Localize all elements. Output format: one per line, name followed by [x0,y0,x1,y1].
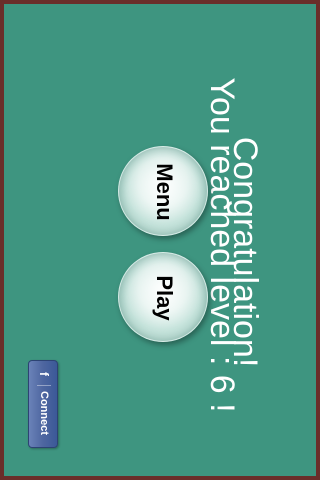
level-reached-text: You reached level : 6 ! [203,77,241,413]
facebook-connect-button[interactable]: f Connect [28,360,58,448]
facebook-connect-label: Connect [38,391,50,435]
menu-button-label: Menu [152,163,177,221]
facebook-connect-content: f Connect [29,361,59,449]
game-over-screen: Congratulation! You reached level : 6 ! … [0,0,320,480]
menu-button[interactable]: Menu [118,146,208,236]
play-button-label: Play [152,275,177,321]
play-button[interactable]: Play [118,252,208,342]
facebook-icon: f [37,367,51,386]
